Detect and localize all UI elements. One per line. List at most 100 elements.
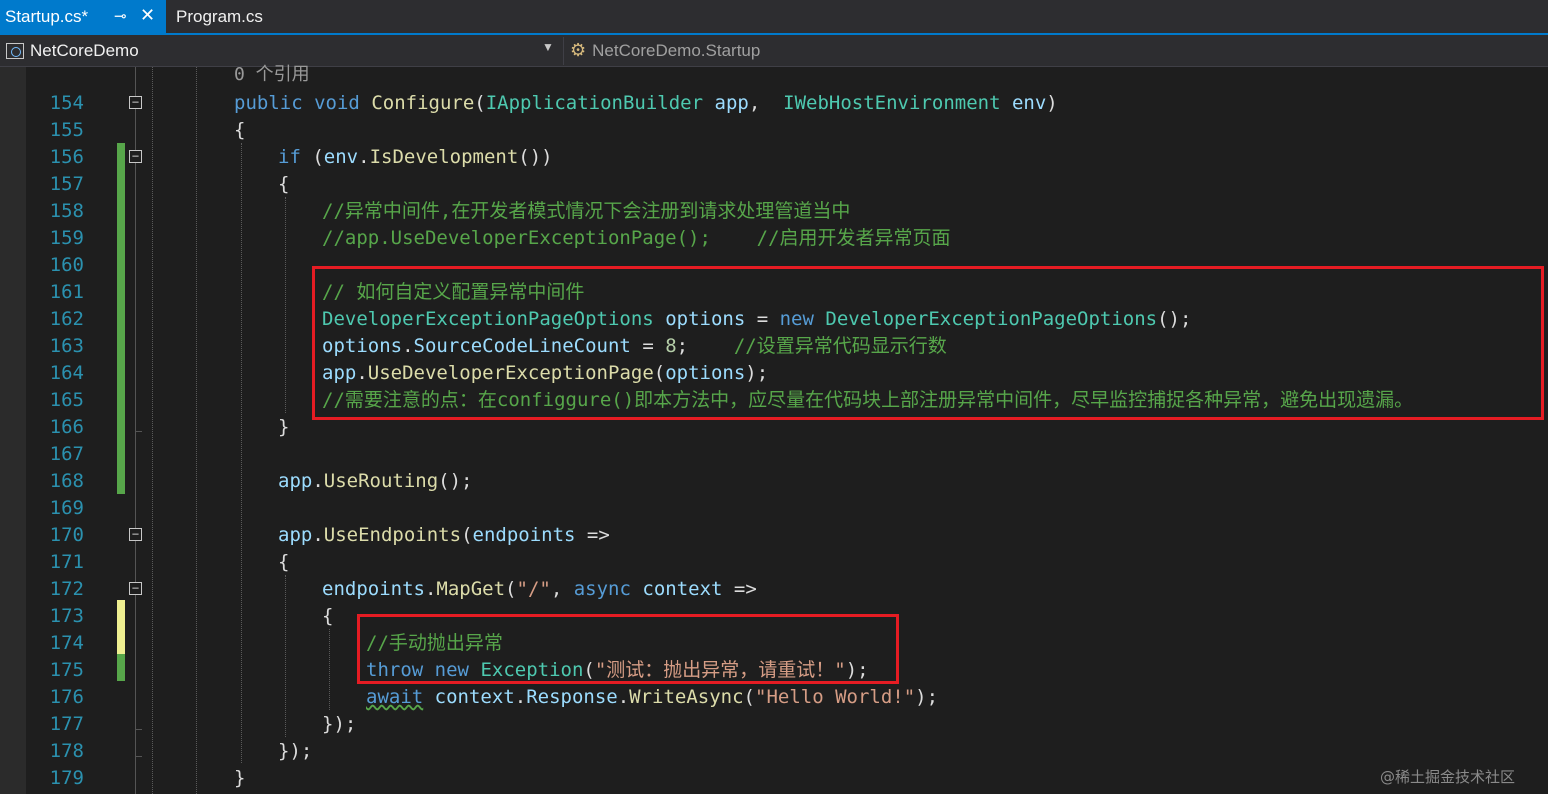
code-token: }); [322,713,357,735]
change-bar-unsaved [117,600,125,654]
collapse-icon[interactable]: − [129,150,142,163]
code-line[interactable]: } [278,414,289,441]
code-line[interactable]: { [278,549,289,576]
indent-guide [196,67,197,794]
code-token: endpoints [472,524,576,546]
line-number: 161 [49,281,84,303]
navigation-bar: NetCoreDemo ▼ ⚙ NetCoreDemo.Startup [0,35,1548,67]
fold-line [135,541,136,582]
codelens-references[interactable]: 0 个引用 [234,63,310,87]
code-line[interactable]: app.UseEndpoints(endpoints => [278,522,610,549]
code-token: => [722,578,757,600]
line-number: 155 [49,119,84,141]
line-number: 179 [49,767,84,789]
code-token: , [550,578,574,600]
line-number: 171 [49,551,84,573]
collapse-icon[interactable]: − [129,528,142,541]
code-token: . [358,146,370,168]
code-line[interactable]: //app.UseDeveloperExceptionPage(); //启用开… [322,225,951,252]
code-line[interactable]: app.UseRouting(); [278,468,473,495]
line-number: 154 [49,92,84,114]
code-token: { [278,551,290,573]
code-token: ()) [518,146,553,168]
line-number: 173 [49,605,84,627]
type-dropdown[interactable]: ⚙ NetCoreDemo.Startup [570,35,760,66]
code-token: } [234,767,246,789]
class-icon: ⚙ [570,40,587,60]
line-number: 156 [49,146,84,168]
code-token: . [312,470,324,492]
line-number: 177 [49,713,84,735]
code-token: => [575,524,610,546]
code-token: "Hello World!" [755,686,916,708]
indent-guide [241,143,242,763]
code-token: ( [461,524,473,546]
change-bar-saved [117,143,125,494]
code-token: , [748,92,784,114]
line-number: 176 [49,686,84,708]
code-line[interactable]: { [234,117,245,144]
line-number: 162 [49,308,84,330]
code-token: ( [505,578,517,600]
csharp-project-icon [6,42,24,59]
code-line[interactable]: { [278,171,289,198]
tab-program-cs[interactable]: Program.cs [168,0,298,33]
highlight-box-custom-middleware [312,266,1544,420]
code-token: context [434,686,515,708]
code-token: MapGet [436,578,506,600]
code-token: "/" [516,578,551,600]
code-line[interactable]: if (env.IsDevelopment()) [278,144,553,171]
code-line[interactable]: }); [278,738,312,765]
divider [563,37,564,65]
line-number: 170 [49,524,84,546]
code-token: Configure [371,92,475,114]
fold-line [135,109,136,150]
collapse-icon[interactable]: − [129,582,142,595]
code-token: . [312,524,324,546]
code-token: async [573,578,631,600]
code-line[interactable]: { [322,603,333,630]
code-token: } [278,416,290,438]
tab-startup-cs[interactable]: Startup.cs* ⊸ ✕ [0,0,166,33]
line-number: 168 [49,470,84,492]
code-line[interactable]: //异常中间件,在开发者模式情况下会注册到请求处理管道当中 [322,198,850,225]
outline-guide [152,67,153,794]
code-token: Response [526,686,618,708]
close-icon[interactable]: ✕ [140,5,155,26]
code-token: //异常中间件,在开发者模式情况下会注册到请求处理管道当中 [322,200,851,222]
tab-label: Startup.cs* [5,6,89,26]
line-number: 175 [49,659,84,681]
code-token: app [278,524,313,546]
indent-guide [285,197,286,413]
code-token: ( [474,92,486,114]
code-line[interactable]: endpoints.MapGet("/", async context => [322,576,757,603]
glyph-margin [0,67,26,794]
code-token: . [617,686,630,708]
fold-line [135,67,136,96]
code-token: . [514,686,527,708]
indent-guide [285,575,286,737]
code-editor[interactable]: 0 个引用 − − − − 154 public void Configure(I… [0,64,1548,794]
watermark: @稀土掘金技术社区 [1380,768,1516,786]
code-line[interactable]: await context.Response.WriteAsync("Hello… [366,684,938,711]
code-token: app [714,92,749,114]
code-line[interactable]: } [234,765,245,792]
code-token: app [278,470,313,492]
code-token: ( [300,146,324,168]
code-token: { [322,605,334,627]
code-token: IsDevelopment [369,146,519,168]
code-token: IWebHostEnvironment [783,92,1001,114]
code-token: { [278,173,290,195]
code-line[interactable]: }); [322,711,356,738]
collapse-icon[interactable]: − [129,96,142,109]
code-token: //app.UseDeveloperExceptionPage(); //启用开… [322,227,951,249]
indent-guide [329,629,330,710]
line-number: 165 [49,389,84,411]
chevron-down-icon[interactable]: ▼ [542,40,554,54]
project-dropdown[interactable]: NetCoreDemo ▼ [0,35,560,66]
pin-icon[interactable]: ⊸ [114,7,127,25]
code-line[interactable]: public void Configure(IApplicationBuilde… [234,90,1058,117]
line-number: 174 [49,632,84,654]
